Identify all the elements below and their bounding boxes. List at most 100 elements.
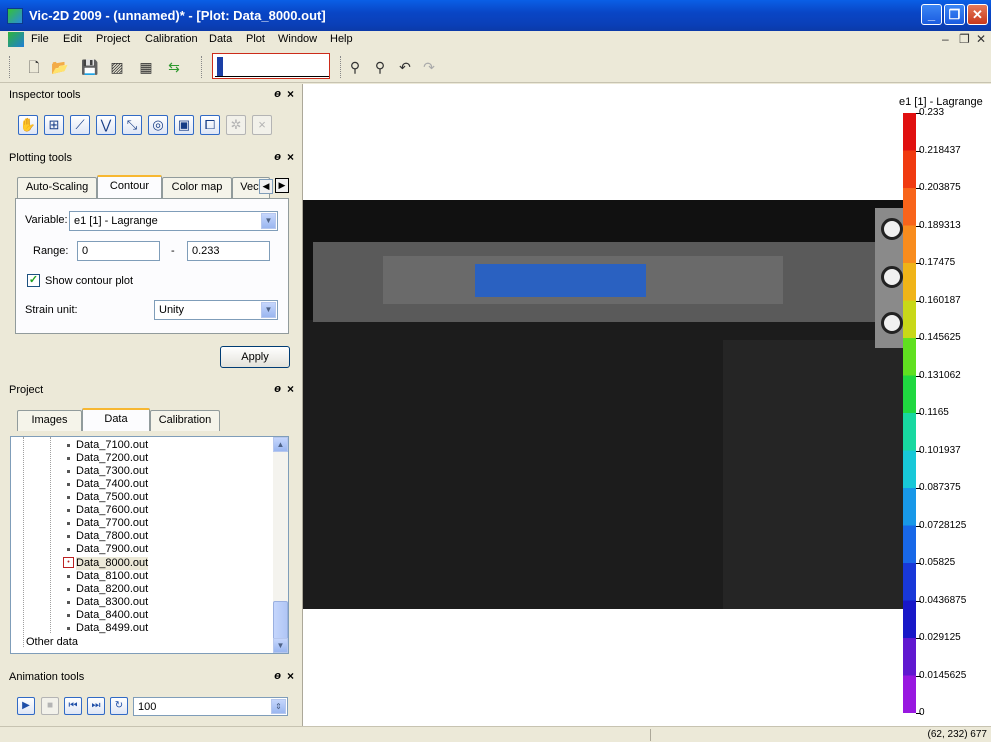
first-frame-icon[interactable]: ⏮ (64, 697, 82, 715)
tab-images[interactable]: Images (17, 410, 82, 431)
menu-data[interactable]: Data (209, 33, 232, 45)
save-icon[interactable]: 💾 (81, 58, 99, 76)
apply-button[interactable]: Apply (220, 346, 290, 368)
status-bar: (62, 232) 677 (0, 726, 991, 742)
scroll-down-icon[interactable]: ▼ (273, 638, 288, 653)
loop-icon[interactable]: ↻ (110, 697, 128, 715)
range-min-input[interactable]: 0 (77, 241, 160, 261)
tab-scroll-right-icon[interactable]: ▶ (275, 178, 289, 193)
show-contour-label: Show contour plot (45, 275, 134, 287)
strain-unit-value: Unity (159, 304, 185, 316)
rectangle-icon[interactable]: ▣ (174, 115, 194, 135)
variable-select[interactable]: e1 [1] - Lagrange ▼ (69, 211, 278, 231)
app-icon[interactable] (7, 8, 23, 24)
colorbar-segment (903, 450, 916, 489)
undo-icon[interactable]: ↶ (396, 58, 414, 76)
settings-icon[interactable]: ✲ (226, 115, 246, 135)
open-folder-icon[interactable]: 📂 (51, 58, 69, 76)
scroll-thumb[interactable] (273, 601, 288, 641)
colorbar-label: 0.0145625 (919, 669, 967, 681)
new-icon[interactable]: 🗋 (25, 58, 43, 76)
toolbar-grip[interactable] (9, 56, 12, 78)
menu-window[interactable]: Window (278, 33, 317, 45)
speckle-icon[interactable]: ▨ (108, 58, 126, 76)
colorbar-label: 0.029125 (919, 632, 961, 643)
histogram-display[interactable] (212, 53, 330, 79)
chevron-down-icon[interactable]: ▼ (261, 302, 276, 318)
menu-edit[interactable]: Edit (63, 33, 82, 45)
menu-project[interactable]: Project (96, 33, 130, 45)
float-icon[interactable]: ɵ (274, 151, 281, 163)
panel-close-icon[interactable]: × (287, 382, 294, 396)
panel-close-icon[interactable]: × (287, 150, 294, 164)
extensometer-icon[interactable]: ⤡ (122, 115, 142, 135)
colorbar-segment (903, 563, 916, 601)
stop-icon[interactable]: ■ (41, 697, 59, 715)
zoom-in-icon[interactable]: ⚲ (346, 58, 364, 76)
menu-plot[interactable]: Plot (246, 33, 265, 45)
polygon-icon[interactable]: ⧠ (200, 115, 220, 135)
variable-label: Variable: (25, 214, 68, 226)
run-icon[interactable]: ⇆ (165, 58, 183, 76)
panel-close-icon[interactable]: × (287, 87, 294, 101)
pan-icon[interactable]: ✋ (18, 115, 38, 135)
mdi-close-icon[interactable]: ✕ (976, 32, 986, 46)
project-tree[interactable]: Data_7100.out Data_7200.out Data_7300.ou… (10, 436, 289, 654)
float-icon[interactable]: ɵ (274, 88, 281, 100)
close-button[interactable]: ✕ (967, 4, 988, 25)
toolbar-grip-2[interactable] (201, 56, 204, 78)
speed-value: 100 (138, 701, 157, 713)
strain-unit-label: Strain unit: (25, 304, 78, 316)
tab-color-map[interactable]: Color map (162, 177, 232, 198)
tab-auto-scaling[interactable]: Auto-Scaling (17, 177, 97, 198)
strain-unit-select[interactable]: Unity ▼ (154, 300, 278, 320)
show-contour-checkbox[interactable]: ✓ (27, 274, 40, 287)
menu-help[interactable]: Help (330, 33, 353, 45)
play-icon[interactable]: ▶ (17, 697, 35, 715)
document-icon[interactable] (8, 32, 24, 47)
tab-scroll-left-icon[interactable]: ◀ (259, 179, 273, 194)
menu-bar: File Edit Project Calibration Data Plot … (0, 31, 991, 49)
restore-button[interactable]: ❐ (944, 4, 965, 25)
histogram-baseline (215, 76, 329, 77)
toolbar-grip-3[interactable] (340, 56, 343, 78)
tab-contour[interactable]: Contour (97, 175, 162, 198)
contour-overlay[interactable] (475, 264, 646, 297)
range-max-input[interactable]: 0.233 (187, 241, 270, 261)
line-icon[interactable]: ⟋ (70, 115, 90, 135)
chevron-down-icon[interactable]: ▼ (261, 213, 276, 229)
colorbar-segment (903, 188, 916, 226)
circle-icon[interactable]: ◎ (148, 115, 168, 135)
colorbar-label: 0.131062 (919, 369, 961, 381)
minimize-button[interactable]: _ (921, 4, 942, 25)
polyline-icon[interactable]: ⋁ (96, 115, 116, 135)
speed-spinbox[interactable]: 100 ⇕ (133, 697, 288, 716)
tree-scrollbar[interactable]: ▲ ▼ (273, 437, 288, 653)
zoom-out-icon[interactable]: ⚲ (371, 58, 389, 76)
scroll-up-icon[interactable]: ▲ (273, 437, 288, 452)
grip-fixture (875, 208, 904, 348)
colorbar-label: 0.087375 (919, 482, 961, 493)
point-inspector-icon[interactable]: ⊞ (44, 115, 64, 135)
last-frame-icon[interactable]: ⏭ (87, 697, 105, 715)
tab-calibration[interactable]: Calibration (150, 410, 220, 431)
grid-icon[interactable]: ▦ (137, 58, 155, 76)
colorbar-label: 0.17475 (919, 257, 956, 268)
panel-close-icon[interactable]: × (287, 669, 294, 683)
mdi-minimize-icon[interactable]: – (942, 32, 949, 46)
spin-arrows-icon[interactable]: ⇕ (271, 699, 286, 714)
menu-file[interactable]: File (31, 33, 49, 45)
colorbar-segment (903, 375, 916, 414)
colorbar-segment (903, 525, 916, 564)
menu-calibration[interactable]: Calibration (145, 33, 198, 45)
float-icon[interactable]: ɵ (274, 383, 281, 395)
plot-area[interactable] (302, 84, 991, 726)
animation-panel-header: Animation tools ɵ × (7, 668, 299, 686)
mdi-restore-icon[interactable]: ❐ (959, 32, 970, 46)
colorbar-label: 0.1165 (919, 407, 949, 418)
float-icon[interactable]: ɵ (274, 670, 281, 682)
redo-icon[interactable]: ↷ (420, 58, 438, 76)
delete-icon[interactable]: × (252, 115, 272, 135)
colorbar-label: 0.160187 (919, 294, 961, 306)
tab-data[interactable]: Data (82, 408, 150, 431)
